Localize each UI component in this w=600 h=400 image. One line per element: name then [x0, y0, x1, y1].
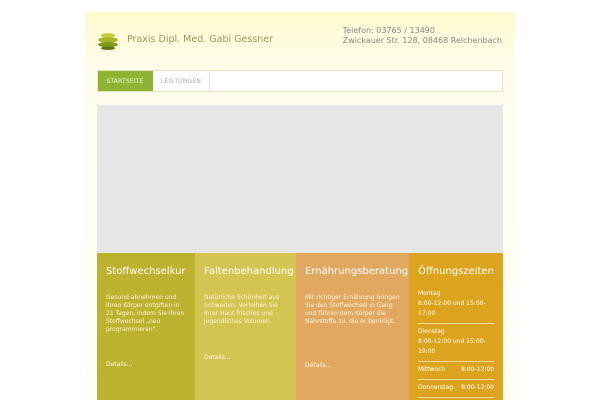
contact-info: Telefon: 03765 / 13490 Zwickauer Str. 12… [343, 26, 502, 46]
phone-number: Telefon: 03765 / 13490 [342, 26, 435, 35]
day-name: Donnerstag [418, 384, 454, 391]
day-line: Mittwoch 8:00-12:00 [418, 365, 494, 375]
details-link[interactable]: Details... [106, 361, 133, 368]
day-times: 8:00-12:00 [461, 366, 494, 373]
panel-text: Gesund abnehmen und Ihren Körper entgift… [106, 294, 185, 333]
day-times: 8:00-12:00 und 15:00- [418, 338, 486, 345]
image-slider[interactable] [97, 105, 503, 253]
panel-oeffnungszeiten: Öffnungszeiten Montag 8:00-12:00 und 15:… [409, 253, 503, 400]
opening-hours-table: Montag 8:00-12:00 und 15:00- 17:00 Diens… [418, 286, 494, 398]
panel-faltenbehandlung: Faltenbehandlung Natürliche Schönheit au… [195, 253, 296, 400]
panel-title: Öffnungszeiten [418, 266, 494, 277]
panel-stoffwechselkur: Stoffwechselkur Gesund abnehmen und Ihre… [97, 253, 195, 400]
panel-title: Ernährungsberatung [305, 266, 409, 277]
nav-item-leistungen[interactable]: LEISTUNGEN [153, 71, 210, 91]
panel-title: Faltenbehandlung [204, 266, 294, 277]
logo-icon[interactable] [97, 32, 119, 50]
brand-name[interactable]: Praxis Dipl. Med. Gabi Gessner [127, 34, 273, 45]
day-line: Donnerstag 8:00-12:00 [418, 383, 494, 393]
day-name: Montag [418, 290, 441, 297]
panel-text: Natürliche Schönheit aus Schweden. Verle… [204, 294, 280, 325]
day-times: 8:00-12:00 [461, 384, 494, 391]
nav-item-startseite[interactable]: STARTSEITE [98, 71, 153, 91]
day-name: Dienstag [418, 328, 445, 335]
page-container: Praxis Dipl. Med. Gabi Gessner Telefon: … [85, 12, 515, 400]
day-name: Mittwoch [418, 366, 446, 373]
hours-row: Montag 8:00-12:00 und 15:00- 17:00 [418, 286, 494, 324]
address: Zwickauer Str. 128, 08468 Reichenbach [342, 36, 502, 45]
day-times: 19:00 [418, 348, 436, 355]
panel-title: Stoffwechselkur [106, 266, 186, 277]
feature-panels: Stoffwechselkur Gesund abnehmen und Ihre… [97, 253, 503, 400]
details-link[interactable]: Details... [305, 362, 332, 369]
main-navigation: STARTSEITE LEISTUNGEN [97, 70, 503, 92]
day-times: 8:00-12:00 und 15:00- [418, 300, 486, 307]
panel-text: Mit richtiger Ernährung bringen Sie den … [305, 294, 400, 325]
details-link[interactable]: Details... [204, 354, 231, 361]
panel-ernaehrungsberatung: Ernährungsberatung Mit richtiger Ernähru… [296, 253, 409, 400]
hours-row: Dienstag 8:00-12:00 und 15:00- 19:00 [418, 324, 494, 362]
hours-row: Mittwoch 8:00-12:00 [418, 362, 494, 380]
hours-row: Donnerstag 8:00-12:00 [418, 380, 494, 398]
day-times: 17:00 [418, 310, 436, 317]
